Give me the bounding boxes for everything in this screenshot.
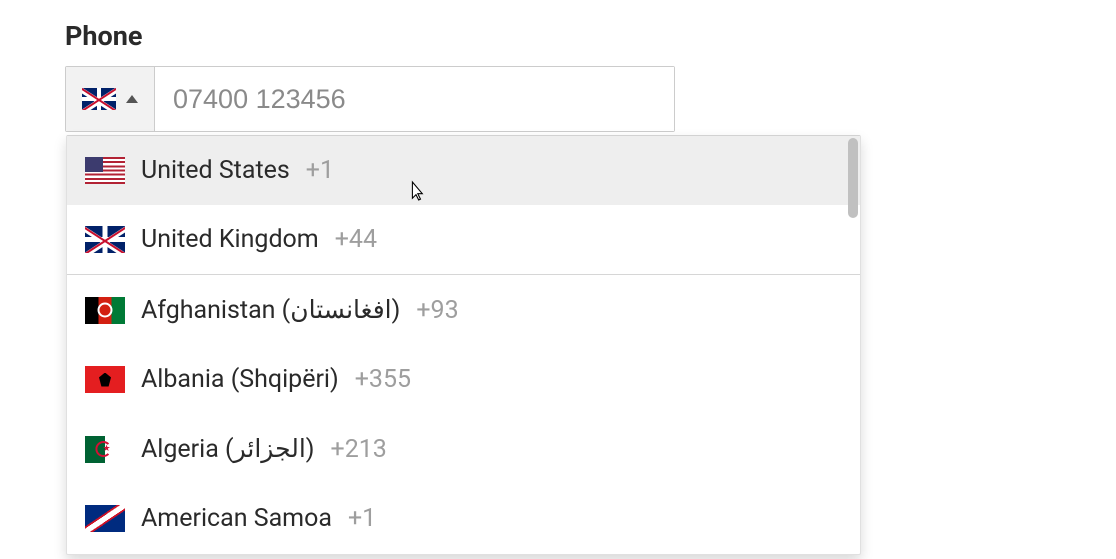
dial-code: +213 [331, 435, 387, 464]
flag-icon-dz [85, 436, 125, 463]
dial-code: +93 [416, 296, 458, 325]
country-item-af[interactable]: Afghanistan (افغانستان) +93 [67, 275, 860, 345]
dial-code: +44 [335, 225, 377, 254]
phone-label: Phone [65, 20, 1051, 52]
flag-icon-gb [85, 226, 125, 253]
country-item-dz[interactable]: Algeria (الجزائر) +213 [67, 414, 860, 484]
country-item-us[interactable]: United States +1 [67, 136, 860, 205]
country-item-as[interactable]: American Samoa +1 [67, 484, 860, 553]
dial-code: +1 [348, 504, 376, 533]
phone-input-wrapper: United States +1 United Kingdom +44 [65, 66, 675, 132]
country-name: Afghanistan (افغانستان) [141, 295, 400, 325]
phone-input[interactable] [155, 67, 674, 131]
dial-code: +1 [306, 156, 334, 185]
country-name: Albania (Shqipëri) [141, 365, 339, 394]
chevron-up-icon [126, 95, 138, 103]
dial-code: +355 [355, 365, 411, 394]
flag-icon-us [85, 157, 125, 184]
country-name: American Samoa [141, 504, 332, 533]
flag-icon-al [85, 366, 125, 393]
country-name: Algeria (الجزائر) [141, 434, 315, 464]
pointer-cursor-icon [407, 180, 425, 202]
country-item-al[interactable]: Albania (Shqipëri) +355 [67, 345, 860, 414]
flag-icon-selected [82, 88, 116, 110]
flag-icon-af [85, 297, 125, 324]
phone-field: Phone United States +1 [65, 20, 1051, 132]
dropdown-scrollbar[interactable] [848, 138, 858, 218]
country-selector-button[interactable] [66, 67, 155, 131]
country-name: United States [141, 156, 290, 185]
flag-icon-as [85, 505, 125, 532]
country-name: United Kingdom [141, 225, 319, 254]
country-dropdown: United States +1 United Kingdom +44 [66, 135, 861, 555]
country-item-gb[interactable]: United Kingdom +44 [67, 205, 860, 274]
